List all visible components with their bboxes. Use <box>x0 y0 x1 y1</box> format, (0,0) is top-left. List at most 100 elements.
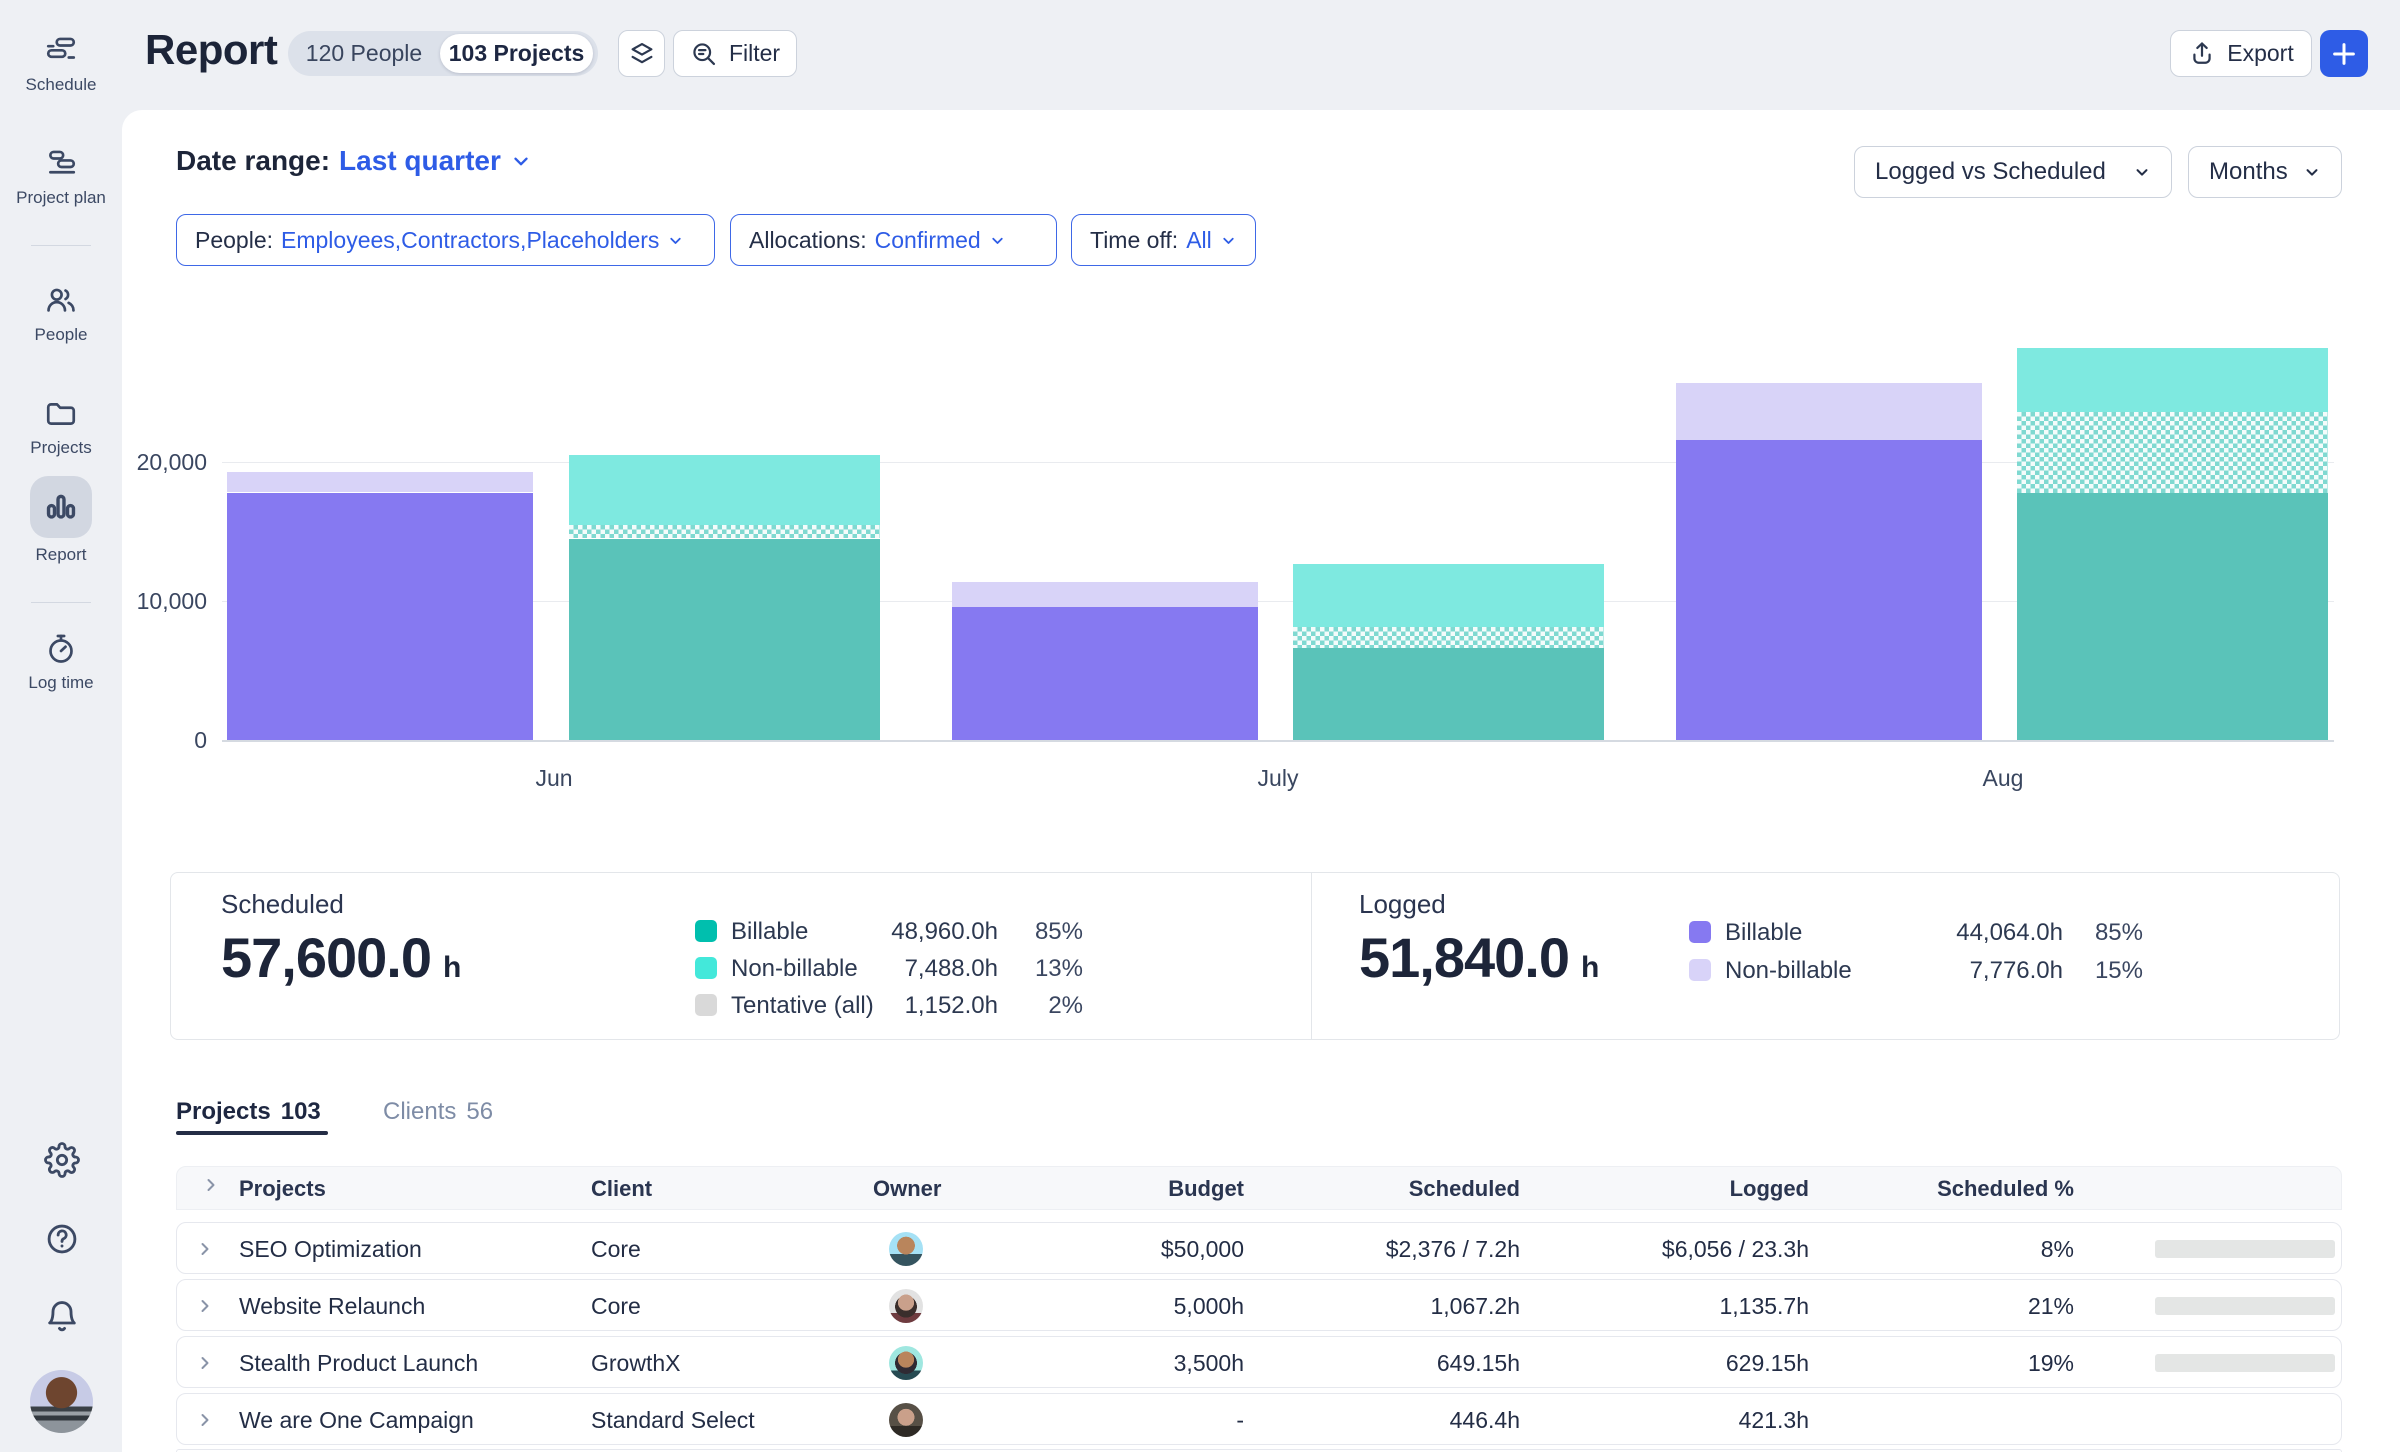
billable-swatch <box>1689 921 1711 943</box>
sidebar-item-report-active[interactable]: Report <box>0 476 122 565</box>
legend-pct: 15% <box>2067 957 2143 985</box>
allocations-filter-chip[interactable]: Allocations: Confirmed <box>730 214 1057 266</box>
client-name: Standard Select <box>591 1407 755 1434</box>
sidebar-divider <box>31 602 91 603</box>
layers-button[interactable] <box>618 30 665 77</box>
sidebar-item-label: People <box>35 325 88 345</box>
owner-avatar <box>889 1289 923 1323</box>
toggle-projects[interactable]: 103 Projects <box>440 34 593 73</box>
x-label-jun: Jun <box>454 765 654 792</box>
folder-icon <box>44 397 78 431</box>
logged-cell: 1,135.7h <box>1719 1293 1809 1320</box>
sidebar-item-people[interactable]: People <box>0 284 122 345</box>
sidebar-item-project-plan[interactable]: Project plan <box>0 147 122 208</box>
sidebar-item-label: Project plan <box>16 188 106 208</box>
chevron-down-icon <box>510 150 532 172</box>
legend-logged-nonbillable: Non-billable 7,776.0h 15% <box>171 956 2341 986</box>
budget-cell: 3,500h <box>1174 1350 1244 1377</box>
scheduled-pct-cell: 19% <box>2028 1350 2074 1377</box>
tab-clients[interactable]: Clients 56 <box>383 1098 493 1126</box>
client-name: Core <box>591 1293 641 1320</box>
notifications-bell-icon[interactable] <box>44 1299 80 1335</box>
report-content-card: Date range: Last quarter Logged vs Sched… <box>122 110 2400 1452</box>
add-button[interactable] <box>2320 30 2368 77</box>
y-tick-20000: 20,000 <box>87 448 207 476</box>
report-chart-icon <box>44 490 78 524</box>
chevron-right-icon[interactable] <box>195 1296 215 1316</box>
timeoff-filter-chip[interactable]: Time off: All <box>1071 214 1256 266</box>
logged-cell: 629.15h <box>1726 1350 1809 1377</box>
table-row[interactable]: SEO Optimization Core $50,000 $2,376 / 7… <box>176 1222 2342 1274</box>
chart-bar-scheduled-billable-jun <box>569 539 880 741</box>
client-name: Core <box>591 1236 641 1263</box>
scheduled-progress-bar <box>2155 1354 2335 1372</box>
compare-mode-dropdown[interactable]: Logged vs Scheduled <box>1854 146 2172 198</box>
help-icon[interactable] <box>44 1221 80 1257</box>
stopwatch-icon <box>44 632 78 666</box>
chart-bar-logged-non_billable-july <box>952 582 1258 607</box>
sidebar-item-label: Projects <box>30 438 91 458</box>
scheduled-pct-cell: 8% <box>2041 1236 2074 1263</box>
tab-clients-label: Clients <box>383 1098 456 1126</box>
project-name: SEO Optimization <box>239 1236 422 1263</box>
chevron-down-icon <box>989 232 1006 249</box>
granularity-dropdown[interactable]: Months <box>2188 146 2342 198</box>
chip-label: Time off: <box>1090 227 1178 254</box>
date-range-dropdown[interactable]: Date range: Last quarter <box>176 145 532 177</box>
col-budget[interactable]: Budget <box>1168 1176 1244 1202</box>
project-name: Website Relaunch <box>239 1293 425 1320</box>
table-row[interactable]: Stealth Product Launch GrowthX 3,500h 64… <box>176 1336 2342 1388</box>
settings-gear-icon[interactable] <box>44 1142 80 1178</box>
toggle-people[interactable]: 120 People <box>288 31 440 76</box>
owner-avatar <box>889 1346 923 1380</box>
chevron-right-icon[interactable] <box>195 1239 215 1259</box>
project-name: Stealth Product Launch <box>239 1350 478 1377</box>
export-button[interactable]: Export <box>2170 30 2312 77</box>
filter-button[interactable]: Filter <box>673 30 797 77</box>
owner-avatar <box>889 1232 923 1266</box>
scheduled-cell: 446.4h <box>1450 1407 1520 1434</box>
chart-bar-logged-billable-aug <box>1676 440 1982 740</box>
project-name: We are One Campaign <box>239 1407 474 1434</box>
sidebar-item-schedule[interactable]: Schedule <box>0 34 122 95</box>
scheduled-total-label: Scheduled <box>221 889 344 920</box>
legend-hours: 7,776.0h <box>1843 957 2063 985</box>
budget-cell: 5,000h <box>1174 1293 1244 1320</box>
scheduled-cell: 649.15h <box>1437 1350 1520 1377</box>
owner-avatar <box>889 1403 923 1437</box>
sidebar-item-label: Log time <box>28 673 93 693</box>
chip-label: People: <box>195 227 273 254</box>
budget-cell: $50,000 <box>1161 1236 1244 1263</box>
chart-bar-scheduled-non_billable-jun <box>569 455 880 525</box>
chevron-right-icon[interactable] <box>195 1353 215 1373</box>
tab-projects-count: 103 <box>281 1098 321 1126</box>
col-projects[interactable]: Projects <box>239 1176 326 1202</box>
table-row[interactable]: We are One Campaign Standard Select - 44… <box>176 1393 2342 1445</box>
table-row[interactable]: Website Relaunch Core 5,000h 1,067.2h 1,… <box>176 1279 2342 1331</box>
expand-all-chevron-icon[interactable] <box>201 1175 221 1195</box>
filter-button-label: Filter <box>729 40 780 67</box>
legend-hours: 1,152.0h <box>778 992 998 1020</box>
chevron-down-icon <box>1220 232 1237 249</box>
chevron-right-icon[interactable] <box>195 1410 215 1430</box>
col-client[interactable]: Client <box>591 1176 652 1202</box>
col-scheduled[interactable]: Scheduled <box>1409 1176 1520 1202</box>
x-axis-baseline <box>222 740 2334 742</box>
sidebar-item-label: Schedule <box>26 75 97 95</box>
col-owner[interactable]: Owner <box>873 1176 941 1202</box>
tab-projects[interactable]: Projects 103 <box>176 1098 321 1126</box>
people-filter-chip[interactable]: People: Employees,Contractors,Placeholde… <box>176 214 715 266</box>
plus-icon <box>2329 39 2359 69</box>
legend-hours: 44,064.0h <box>1843 919 2063 947</box>
chip-value: All <box>1186 227 1212 254</box>
profile-avatar[interactable] <box>30 1370 93 1433</box>
logged-total-label: Logged <box>1359 889 1446 920</box>
chart-bar-scheduled-tentative-july <box>1293 627 1604 648</box>
col-scheduled-pct[interactable]: Scheduled % <box>1937 1176 2074 1202</box>
report-page: Schedule Project plan People Projects <box>0 0 2400 1452</box>
logged-cell: 421.3h <box>1739 1407 1809 1434</box>
legend-name: Billable <box>1725 919 1802 947</box>
sidebar-item-log-time[interactable]: Log time <box>0 632 122 693</box>
sidebar-item-label: Report <box>35 545 86 565</box>
col-logged[interactable]: Logged <box>1730 1176 1809 1202</box>
